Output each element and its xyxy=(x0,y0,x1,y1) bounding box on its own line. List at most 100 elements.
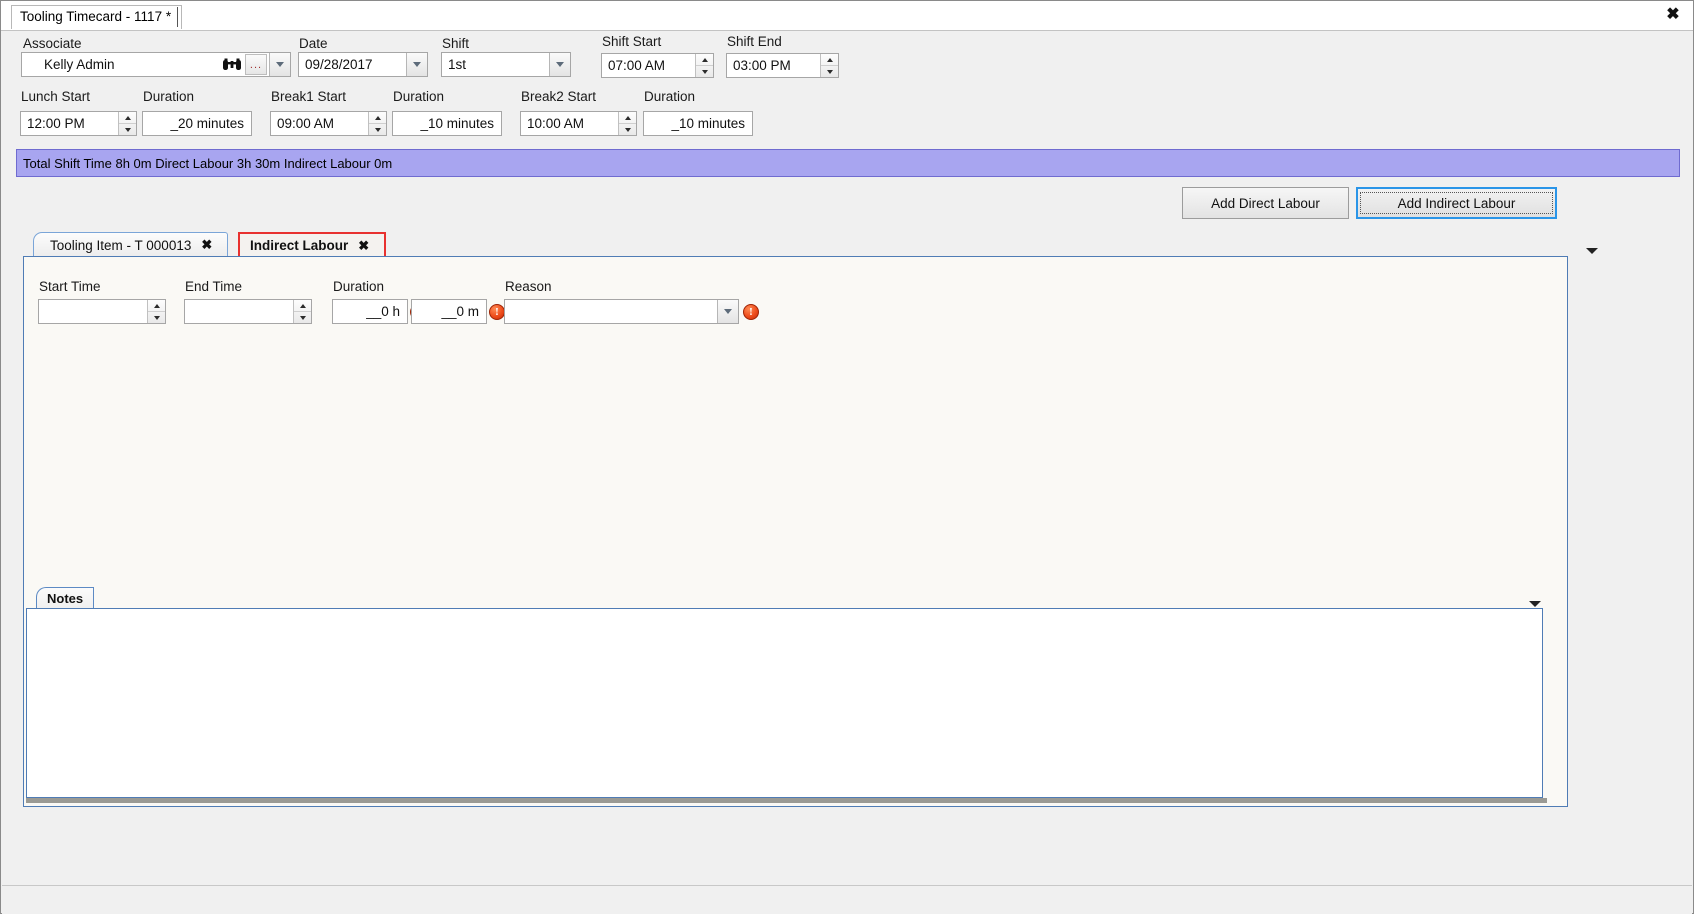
date-value: 09/28/2017 xyxy=(305,57,373,72)
document-tab-label: Tooling Timecard - 1117 * xyxy=(20,9,172,24)
text-cursor xyxy=(177,7,178,27)
notes-textarea[interactable] xyxy=(26,608,1543,798)
break2-start-label: Break2 Start xyxy=(521,89,597,104)
break2-duration-label: Duration xyxy=(644,89,696,104)
associate-label: Associate xyxy=(23,36,82,51)
document-tab-tooling-timecard[interactable]: Tooling Timecard - 1117 * xyxy=(11,5,183,29)
reason-error-icon[interactable]: ! xyxy=(743,304,759,320)
chevron-down-icon xyxy=(724,309,732,314)
duration-hours-input[interactable]: __0 h xyxy=(332,299,408,324)
lunch-duration-label: Duration xyxy=(143,89,195,104)
spinner-up-icon[interactable] xyxy=(696,54,713,66)
add-indirect-labour-button[interactable]: Add Indirect Labour xyxy=(1356,187,1557,219)
shift-dropdown-button[interactable] xyxy=(549,53,570,76)
notes-shadow xyxy=(26,798,1547,803)
spinner-down-icon[interactable] xyxy=(369,124,386,135)
tooling-timecard-window: Tooling Timecard - 1117 * ✖ Associate Ke… xyxy=(0,0,1694,914)
editor-tabstrip: Tooling Item - T 000013 ✖ Indirect Labou… xyxy=(23,231,1598,257)
start-time-spinner[interactable] xyxy=(147,300,165,323)
spinner-down-icon[interactable] xyxy=(119,124,136,135)
shift-end-value: 03:00 PM xyxy=(733,58,791,73)
binoculars-icon[interactable] xyxy=(219,54,245,75)
break1-duration-value: _10 minutes xyxy=(420,116,494,131)
duration-minutes-value: __0 m xyxy=(441,304,479,319)
duration-minutes-error-icon[interactable]: ! xyxy=(489,304,505,320)
shift-end-input[interactable]: 03:00 PM xyxy=(726,53,839,78)
break2-start-spinner[interactable] xyxy=(618,112,636,135)
end-time-label: End Time xyxy=(185,279,243,294)
start-time-label: Start Time xyxy=(39,279,101,294)
shift-start-spinner[interactable] xyxy=(695,54,713,77)
shift-start-input[interactable]: 07:00 AM xyxy=(601,53,714,78)
lunch-start-label: Lunch Start xyxy=(21,89,91,104)
break1-start-input[interactable]: 09:00 AM xyxy=(270,111,387,136)
spinner-down-icon[interactable] xyxy=(821,66,838,77)
titlebar-divider xyxy=(1,30,1693,31)
shift-select[interactable]: 1st xyxy=(441,52,571,77)
notes-tabstrip: Notes xyxy=(26,587,1543,609)
spinner-up-icon[interactable] xyxy=(294,300,311,312)
tab-notes[interactable]: Notes xyxy=(36,587,95,609)
tab-close-icon[interactable]: ✖ xyxy=(358,238,369,254)
break1-duration-label: Duration xyxy=(393,89,445,104)
add-indirect-labour-label: Add Indirect Labour xyxy=(1397,195,1516,211)
break1-duration-input[interactable]: _10 minutes xyxy=(392,111,502,136)
date-input[interactable]: 09/28/2017 xyxy=(298,52,428,77)
end-time-input[interactable] xyxy=(184,299,312,324)
break2-duration-input[interactable]: _10 minutes xyxy=(643,111,753,136)
spinner-down-icon[interactable] xyxy=(148,312,165,323)
duration-minutes-input[interactable]: __0 m xyxy=(411,299,487,324)
chevron-down-icon[interactable] xyxy=(1529,601,1541,607)
status-strip xyxy=(2,885,1692,914)
spinner-down-icon[interactable] xyxy=(619,124,636,135)
break2-start-value: 10:00 AM xyxy=(527,116,585,131)
chevron-down-icon[interactable] xyxy=(1586,248,1598,254)
duration-hours-value: __0 h xyxy=(366,304,400,319)
reason-select[interactable] xyxy=(504,299,739,324)
start-time-input[interactable] xyxy=(38,299,166,324)
shift-end-spinner[interactable] xyxy=(820,54,838,77)
tab-tooling-item[interactable]: Tooling Item - T 000013 ✖ xyxy=(33,232,228,257)
associate-input[interactable]: Kelly Admin ... xyxy=(21,52,291,77)
shift-summary-text: Total Shift Time 8h 0m Direct Labour 3h … xyxy=(23,155,393,171)
tab-indirect-labour-label: Indirect Labour xyxy=(250,238,349,253)
break1-start-spinner[interactable] xyxy=(368,112,386,135)
close-icon[interactable]: ✖ xyxy=(1661,4,1685,26)
shift-summary-banner: Total Shift Time 8h 0m Direct Labour 3h … xyxy=(16,149,1680,177)
spinner-up-icon[interactable] xyxy=(148,300,165,312)
end-time-spinner[interactable] xyxy=(293,300,311,323)
spinner-up-icon[interactable] xyxy=(119,112,136,124)
add-direct-labour-label: Add Direct Labour xyxy=(1211,195,1320,211)
shift-label: Shift xyxy=(442,36,470,51)
reason-dropdown-button[interactable] xyxy=(717,300,738,323)
break1-start-label: Break1 Start xyxy=(271,89,347,104)
break2-start-input[interactable]: 10:00 AM xyxy=(520,111,637,136)
spinner-down-icon[interactable] xyxy=(696,66,713,77)
lunch-duration-value: _20 minutes xyxy=(170,116,244,131)
lunch-duration-input[interactable]: _20 minutes xyxy=(142,111,252,136)
associate-ellipsis-button[interactable]: ... xyxy=(245,54,267,75)
associate-dropdown-button[interactable] xyxy=(269,53,290,76)
spinner-up-icon[interactable] xyxy=(821,54,838,66)
date-label: Date xyxy=(299,36,328,51)
lunch-start-spinner[interactable] xyxy=(118,112,136,135)
titlebar: Tooling Timecard - 1117 * ✖ xyxy=(1,1,1693,31)
tab-indirect-labour[interactable]: Indirect Labour ✖ xyxy=(238,232,386,257)
chevron-down-icon xyxy=(276,62,284,67)
lunch-start-value: 12:00 PM xyxy=(27,116,85,131)
tab-close-icon[interactable]: ✖ xyxy=(201,237,212,253)
tab-notes-label: Notes xyxy=(47,591,84,606)
spinner-down-icon[interactable] xyxy=(294,312,311,323)
tab-tooling-item-label: Tooling Item - T 000013 xyxy=(50,237,192,253)
associate-value: Kelly Admin xyxy=(44,57,115,72)
shift-start-value: 07:00 AM xyxy=(608,58,666,73)
lunch-start-input[interactable]: 12:00 PM xyxy=(20,111,137,136)
reason-label: Reason xyxy=(505,279,552,294)
focus-rectangle: Add Indirect Labour xyxy=(1360,192,1553,214)
spinner-up-icon[interactable] xyxy=(369,112,386,124)
shift-end-label: Shift End xyxy=(727,34,782,49)
date-dropdown-button[interactable] xyxy=(406,53,427,76)
spinner-up-icon[interactable] xyxy=(619,112,636,124)
duration-label: Duration xyxy=(333,279,385,294)
add-direct-labour-button[interactable]: Add Direct Labour xyxy=(1182,187,1349,219)
